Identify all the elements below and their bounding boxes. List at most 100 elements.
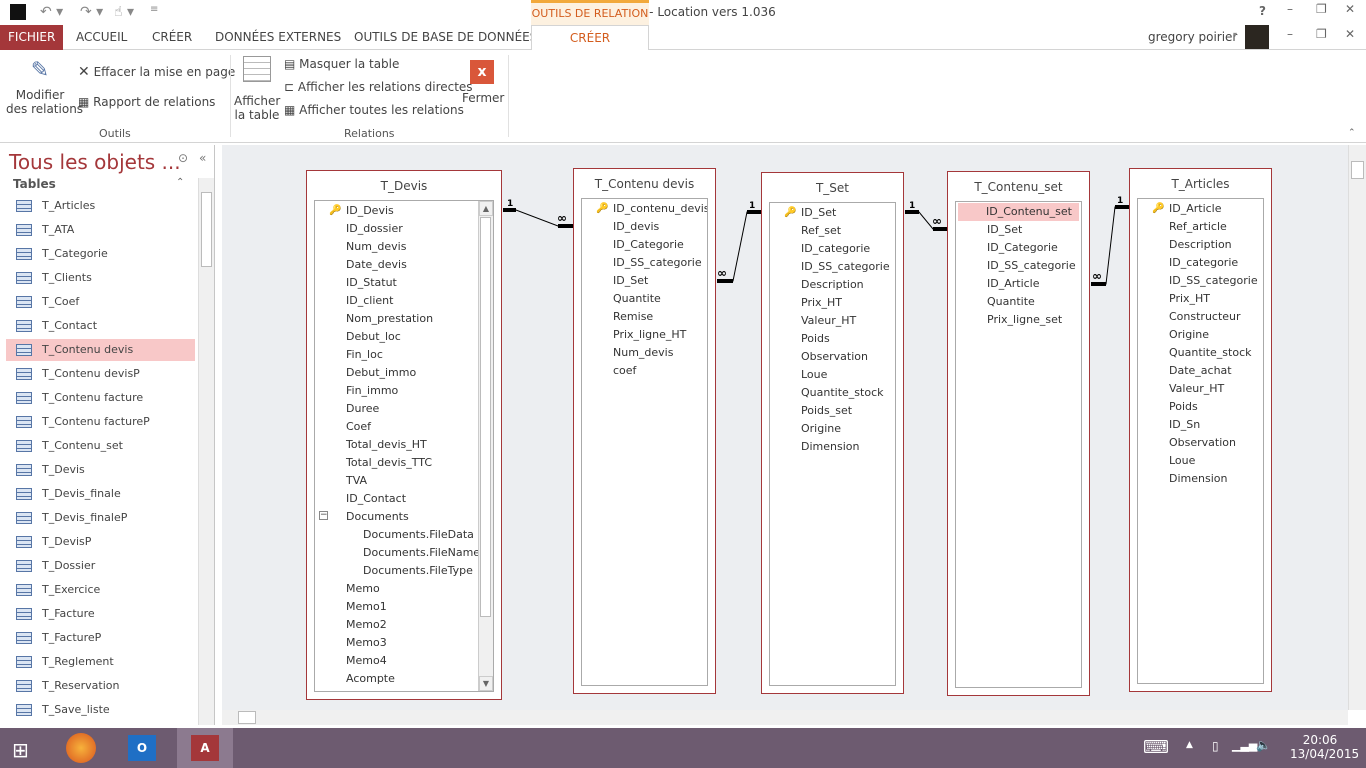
- field-item[interactable]: ID_contenu_devis: [613, 200, 707, 218]
- field-item[interactable]: ID_Set: [801, 204, 836, 222]
- field-item[interactable]: Memo4: [346, 652, 387, 670]
- field-item[interactable]: ID_Set: [613, 272, 648, 290]
- field-item[interactable]: Documents.FileType: [363, 562, 473, 580]
- volume-icon[interactable]: 🔈: [1256, 738, 1271, 752]
- field-item[interactable]: ID_Contenu_set: [958, 203, 1079, 221]
- field-item[interactable]: Poids: [801, 330, 830, 348]
- field-item[interactable]: Nom_prestation: [346, 310, 433, 328]
- field-item[interactable]: Documents.FileData: [363, 526, 474, 544]
- field-item[interactable]: ID_Sn: [1169, 416, 1200, 434]
- field-item[interactable]: Poids_set: [801, 402, 852, 420]
- collapse-icon[interactable]: −: [319, 511, 328, 520]
- field-item[interactable]: Memo3: [346, 634, 387, 652]
- field-item[interactable]: coef: [613, 362, 636, 380]
- keyboard-icon[interactable]: ⌨: [1143, 737, 1169, 758]
- clock[interactable]: 20:06 13/04/2015: [1290, 733, 1359, 761]
- field-item[interactable]: Coef: [346, 418, 371, 436]
- field-list[interactable]: 🔑 ID_contenu_devis ID_devis ID_Categorie ID_…: [581, 198, 708, 686]
- table-title[interactable]: T_Contenu devis: [574, 177, 715, 191]
- field-item[interactable]: ID_SS_categorie: [1169, 272, 1258, 290]
- field-item[interactable]: Fin_loc: [346, 346, 383, 364]
- table-window[interactable]: T_Devis 🔑 ID_Devis ID_dossier Num_devis Date_…: [306, 170, 502, 700]
- field-item[interactable]: ID_Categorie: [613, 236, 684, 254]
- field-item[interactable]: Documents.FileName: [363, 544, 480, 562]
- field-item[interactable]: ID_categorie: [801, 240, 870, 258]
- field-item[interactable]: Dimension: [1169, 470, 1227, 488]
- field-item[interactable]: ID_Devis: [346, 202, 394, 220]
- field-item[interactable]: ID_Categorie: [987, 239, 1058, 257]
- field-item[interactable]: Observation: [1169, 434, 1236, 452]
- field-item[interactable]: Debut_loc: [346, 328, 401, 346]
- table-window[interactable]: T_Set 🔑 ID_Set Ref_set ID_categorie ID_SS_cat…: [761, 172, 904, 694]
- battery-icon[interactable]: ▯: [1212, 739, 1219, 753]
- show-hidden-icons[interactable]: ▲: [1186, 740, 1193, 750]
- outlook-icon[interactable]: O: [128, 735, 156, 761]
- field-item[interactable]: Valeur_HT: [1169, 380, 1224, 398]
- scroll-thumb[interactable]: [480, 217, 491, 617]
- scroll-down-icon[interactable]: ▼: [479, 676, 493, 691]
- field-item[interactable]: Remise: [613, 308, 653, 326]
- field-item[interactable]: Quantite_stock: [1169, 344, 1251, 362]
- field-item[interactable]: Prix_ligne_set: [987, 311, 1062, 329]
- field-item[interactable]: ID_client: [346, 292, 393, 310]
- signal-icon[interactable]: ▁▃▅: [1232, 739, 1257, 752]
- field-item[interactable]: ID_devis: [613, 218, 659, 236]
- table-title[interactable]: T_Set: [762, 181, 903, 195]
- field-list[interactable]: 🔑 ID_Devis ID_dossier Num_devis Date_devis ID…: [314, 200, 494, 692]
- firefox-icon[interactable]: [66, 733, 96, 763]
- field-item[interactable]: Loue: [1169, 452, 1195, 470]
- field-item[interactable]: Documents: [346, 508, 409, 526]
- table-window[interactable]: T_Articles 🔑 ID_Article Ref_article Descript…: [1129, 168, 1272, 692]
- field-item[interactable]: Observation: [801, 348, 868, 366]
- field-item[interactable]: ID_SS_categorie: [801, 258, 890, 276]
- access-taskbar-button[interactable]: A: [177, 728, 233, 768]
- field-item[interactable]: Memo: [346, 580, 380, 598]
- field-item[interactable]: TVA: [346, 472, 367, 490]
- field-item[interactable]: ID_Statut: [346, 274, 397, 292]
- field-list[interactable]: 🔑 ID_Article Ref_article Description ID_cate…: [1137, 198, 1264, 684]
- field-item[interactable]: Total_devis_TTC: [346, 454, 432, 472]
- field-item[interactable]: Fin_immo: [346, 382, 398, 400]
- field-item[interactable]: ID_Contact: [346, 490, 406, 508]
- field-list[interactable]: 🔑 ID_Set Ref_set ID_categorie ID_SS_categori…: [769, 202, 896, 686]
- field-item[interactable]: Memo1: [346, 598, 387, 616]
- field-item[interactable]: ID_SS_categorie: [613, 254, 702, 272]
- field-item[interactable]: Num_devis: [346, 238, 406, 256]
- field-item[interactable]: Quantite: [987, 293, 1035, 311]
- field-item[interactable]: Total_devis_HT: [346, 436, 427, 454]
- field-item[interactable]: ID_SS_categorie: [987, 257, 1076, 275]
- field-scrollbar[interactable]: ▲ ▼: [478, 201, 493, 691]
- table-title[interactable]: T_Contenu_set: [948, 180, 1089, 194]
- table-window[interactable]: T_Contenu_set 🔑ID_Contenu_setID_SetID_Cat…: [947, 171, 1090, 696]
- field-item[interactable]: Debut_immo: [346, 364, 416, 382]
- table-title[interactable]: T_Devis: [307, 179, 501, 193]
- field-item[interactable]: Date_achat: [1169, 362, 1232, 380]
- field-item[interactable]: Quantite_stock: [801, 384, 883, 402]
- field-item[interactable]: Loue: [801, 366, 827, 384]
- field-item[interactable]: Memo2: [346, 616, 387, 634]
- field-item[interactable]: Ref_set: [801, 222, 841, 240]
- table-window[interactable]: T_Contenu devis 🔑 ID_contenu_devis ID_devis…: [573, 168, 716, 694]
- field-item[interactable]: Valeur_HT: [801, 312, 856, 330]
- field-item[interactable]: Date_devis: [346, 256, 407, 274]
- field-item[interactable]: ID_categorie: [1169, 254, 1238, 272]
- field-item[interactable]: ID_Article: [987, 275, 1040, 293]
- field-item[interactable]: ID_Set: [987, 221, 1022, 239]
- field-item[interactable]: Dimension: [801, 438, 859, 456]
- field-item[interactable]: ID_Article: [1169, 200, 1222, 218]
- field-item[interactable]: Prix_ligne_HT: [613, 326, 686, 344]
- field-item[interactable]: Poids: [1169, 398, 1198, 416]
- field-item[interactable]: ID_dossier: [346, 220, 403, 238]
- field-item[interactable]: Acompte: [346, 670, 395, 688]
- field-item[interactable]: Quantite: [613, 290, 661, 308]
- field-list[interactable]: 🔑ID_Contenu_setID_SetID_CategorieID_SS_c…: [955, 201, 1082, 688]
- windows-start-icon[interactable]: ⊞: [12, 738, 29, 762]
- field-item[interactable]: Constructeur: [1169, 308, 1241, 326]
- field-item[interactable]: Duree: [346, 400, 379, 418]
- field-item[interactable]: Origine: [1169, 326, 1209, 344]
- field-item[interactable]: Ref_article: [1169, 218, 1227, 236]
- field-item[interactable]: Origine: [801, 420, 841, 438]
- table-title[interactable]: T_Articles: [1130, 177, 1271, 191]
- field-item[interactable]: Num_devis: [613, 344, 673, 362]
- field-item[interactable]: Prix_HT: [801, 294, 842, 312]
